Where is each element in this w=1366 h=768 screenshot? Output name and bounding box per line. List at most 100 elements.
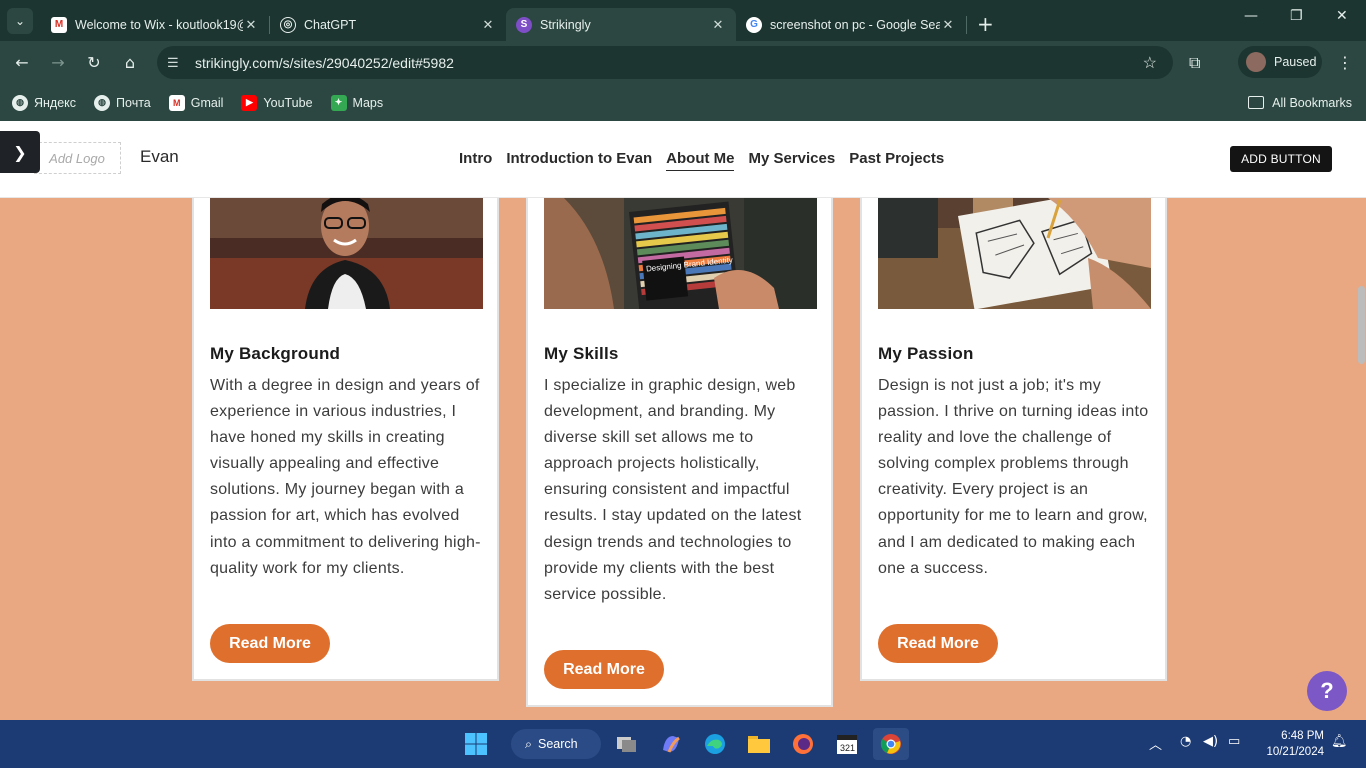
youtube-icon: ▶: [241, 94, 258, 111]
sketching-photo[interactable]: [878, 198, 1151, 309]
site-header: Add Logo ❯ Evan Intro Introduction to Ev…: [0, 121, 1366, 198]
chevron-right-icon: ❯: [13, 142, 27, 162]
portrait-photo[interactable]: [210, 198, 483, 309]
add-button[interactable]: ADD BUTTON: [1230, 146, 1332, 172]
address-bar[interactable]: ☰ strikingly.com/s/sites/29040252/edit#5…: [157, 46, 1173, 79]
nav-item-introduction[interactable]: Introduction to Evan: [506, 150, 652, 171]
avatar: [1246, 52, 1266, 72]
nav-item-services[interactable]: My Services: [748, 150, 835, 171]
notification-bell-icon[interactable]: 🔔︎: [1331, 734, 1348, 749]
windows-taskbar: ⌕ Search 321 ︿ ◔ ◀) ▭ 6:48 PM 10/21/2024 …: [0, 720, 1366, 768]
back-icon[interactable]: ←: [7, 53, 37, 72]
reload-icon[interactable]: ↻: [79, 53, 109, 72]
search-label: Search: [538, 737, 578, 751]
add-logo-placeholder[interactable]: Add Logo: [34, 142, 121, 174]
bookmark-maps[interactable]: ✦ Maps: [330, 94, 384, 111]
copilot-icon[interactable]: [655, 728, 687, 760]
bookmark-gmail[interactable]: M Gmail: [168, 94, 224, 111]
card-skills: Designing Brand Identity My Skills I spe…: [526, 198, 833, 707]
brand-name[interactable]: Evan: [140, 147, 179, 167]
show-hidden-icons-icon[interactable]: ︿: [1149, 734, 1162, 753]
card-title: My Passion: [878, 344, 974, 363]
tab-search-button[interactable]: ⌄: [7, 7, 33, 34]
gmail-icon: M: [168, 94, 185, 111]
close-tab-icon[interactable]: ✕: [243, 17, 259, 33]
close-tab-icon[interactable]: ✕: [940, 17, 956, 33]
globe-icon: ◍: [94, 94, 111, 111]
more-menu-icon[interactable]: ⋮: [1337, 53, 1353, 72]
browser-toolbar: ← → ↻ ⌂ ☰ strikingly.com/s/sites/2904025…: [0, 41, 1366, 84]
read-more-button[interactable]: Read More: [878, 624, 998, 663]
strikingly-icon: S: [516, 16, 532, 33]
tab-title: ChatGPT: [304, 17, 357, 32]
search-icon: ⌕: [525, 736, 533, 751]
new-tab-button[interactable]: +: [977, 12, 994, 36]
profile-status: Paused: [1274, 55, 1317, 69]
book-photo[interactable]: Designing Brand Identity: [544, 198, 817, 309]
tab-wix[interactable]: M Welcome to Wix - koutlook19@ ✕: [41, 8, 269, 41]
calendar-app-icon[interactable]: 321: [831, 728, 863, 760]
site-info-icon[interactable]: ☰: [167, 55, 183, 71]
tab-google[interactable]: G screenshot on pc - Google Sear ✕: [736, 8, 966, 41]
chevron-down-icon: ⌄: [14, 13, 26, 28]
tab-strip: ⌄ M Welcome to Wix - koutlook19@ ✕ ◎ Cha…: [0, 0, 1366, 41]
bookmark-label: Maps: [352, 95, 384, 110]
file-explorer-icon[interactable]: [743, 728, 775, 760]
taskbar-clock[interactable]: 6:48 PM 10/21/2024: [1258, 728, 1324, 760]
chatgpt-icon: ◎: [280, 16, 296, 33]
card-text: I specialize in graphic design, web deve…: [544, 377, 802, 603]
task-view-icon[interactable]: [611, 728, 643, 760]
maps-icon: ✦: [330, 94, 347, 111]
profile-button[interactable]: Paused: [1238, 46, 1322, 78]
bookmark-label: Яндекс: [34, 95, 77, 110]
edge-icon[interactable]: [699, 728, 731, 760]
page-scrollbar[interactable]: [1358, 286, 1365, 364]
restore-icon[interactable]: ❐: [1290, 8, 1303, 24]
sidebar-toggle-button[interactable]: ❯: [0, 131, 40, 173]
wifi-icon[interactable]: ◔: [1180, 734, 1191, 749]
extensions-icon[interactable]: ⧉: [1189, 53, 1200, 73]
forward-icon[interactable]: →: [43, 53, 73, 72]
volume-icon[interactable]: ◀): [1203, 734, 1218, 749]
battery-icon[interactable]: ▭: [1228, 734, 1240, 749]
firefox-icon[interactable]: [787, 728, 819, 760]
read-more-button[interactable]: Read More: [544, 650, 664, 689]
about-section: My Background With a degree in design an…: [0, 198, 1366, 720]
card-title: My Background: [210, 344, 341, 363]
close-tab-icon[interactable]: ✕: [710, 17, 726, 33]
card-passion: My Passion Design is not just a job; it'…: [860, 198, 1167, 681]
read-more-button[interactable]: Read More: [210, 624, 330, 663]
clock-date: 10/21/2024: [1266, 746, 1324, 758]
nav-item-about-me[interactable]: About Me: [666, 150, 735, 171]
google-icon: G: [746, 16, 762, 33]
tab-chatgpt[interactable]: ◎ ChatGPT ✕: [270, 8, 506, 41]
card-text: Design is not just a job; it's my passio…: [878, 377, 1149, 577]
bookmarks-bar: ◍ Яндекс ◍ Почта M Gmail ▶ YouTube ✦ Maps All…: [0, 84, 1366, 121]
bookmark-yandex[interactable]: ◍ Яндекс: [12, 94, 77, 111]
minimize-icon[interactable]: —: [1244, 8, 1258, 24]
close-window-icon[interactable]: ✕: [1336, 8, 1348, 24]
start-icon[interactable]: [460, 728, 492, 760]
bookmark-youtube[interactable]: ▶ YouTube: [241, 94, 313, 111]
nav-item-intro[interactable]: Intro: [459, 150, 492, 171]
all-bookmarks-label: All Bookmarks: [1272, 95, 1352, 110]
tab-strikingly[interactable]: S Strikingly ✕: [506, 8, 736, 41]
close-tab-icon[interactable]: ✕: [480, 17, 496, 33]
bookmark-star-icon[interactable]: ☆: [1143, 53, 1157, 73]
bookmark-label: Gmail: [190, 95, 224, 110]
nav-item-past-projects[interactable]: Past Projects: [849, 150, 944, 171]
bookmark-pochta[interactable]: ◍ Почта: [94, 94, 151, 111]
chrome-icon[interactable]: [873, 728, 909, 760]
taskbar-search[interactable]: ⌕ Search: [511, 729, 601, 759]
globe-icon: ◍: [12, 94, 28, 111]
clock-time: 6:48 PM: [1281, 730, 1324, 742]
bookmark-label: Почта: [116, 95, 151, 110]
all-bookmarks[interactable]: All Bookmarks: [1248, 96, 1352, 110]
url-text[interactable]: strikingly.com/s/sites/29040252/edit#598…: [195, 55, 454, 71]
gmail-icon: M: [51, 16, 67, 33]
help-button[interactable]: ?: [1307, 671, 1347, 711]
card-background: My Background With a degree in design an…: [192, 198, 499, 681]
tab-title: Welcome to Wix - koutlook19@: [75, 17, 243, 32]
folder-icon: [1248, 96, 1265, 109]
home-icon[interactable]: ⌂: [115, 53, 145, 72]
